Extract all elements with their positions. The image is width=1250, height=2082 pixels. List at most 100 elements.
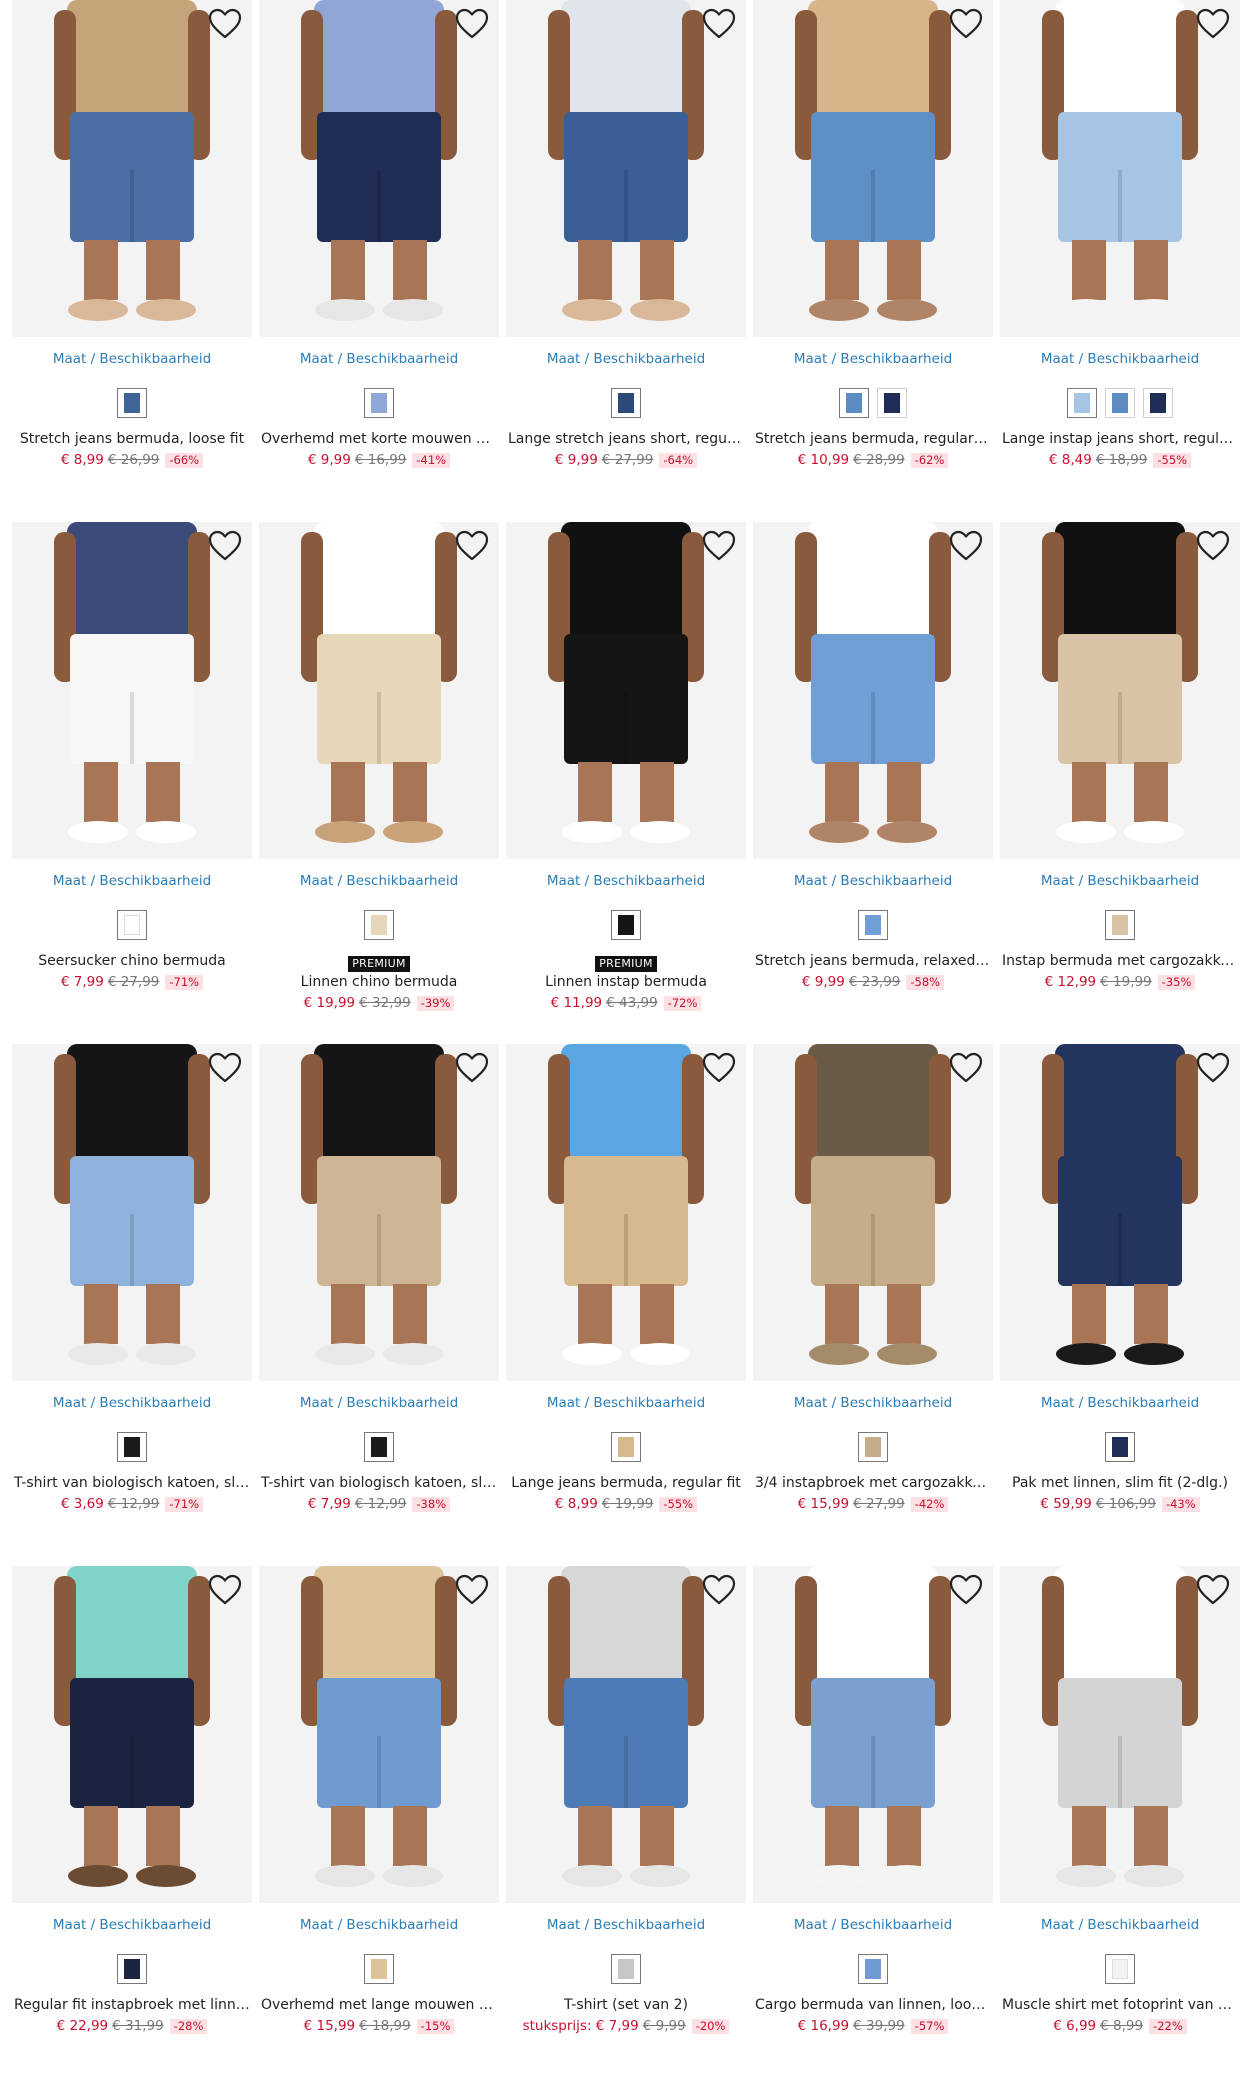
product-image[interactable] — [12, 0, 252, 337]
product-card[interactable]: Maat / Beschikbaarheid T-shirt van biolo… — [12, 1044, 252, 1513]
product-image[interactable] — [259, 1566, 499, 1903]
color-swatch[interactable] — [858, 1954, 888, 1984]
product-title[interactable]: Stretch jeans bermuda, loose fit — [12, 430, 252, 449]
product-image[interactable] — [506, 0, 746, 337]
product-card[interactable]: Maat / Beschikbaarheid Seersucker chino … — [12, 522, 252, 991]
wishlist-heart-icon[interactable] — [1196, 530, 1230, 562]
color-swatch[interactable] — [1143, 388, 1173, 418]
color-swatch[interactable] — [364, 388, 394, 418]
product-card[interactable]: Maat / Beschikbaarheid Lange instap jean… — [1000, 0, 1240, 469]
wishlist-heart-icon[interactable] — [208, 8, 242, 40]
size-availability-link[interactable]: Maat / Beschikbaarheid — [506, 1394, 746, 1412]
product-card[interactable]: Maat / Beschikbaarheid Regular fit insta… — [12, 1566, 252, 2035]
product-title[interactable]: Lange stretch jeans short, regular fit — [506, 430, 746, 449]
color-swatch[interactable] — [1105, 1432, 1135, 1462]
wishlist-heart-icon[interactable] — [949, 8, 983, 40]
product-card[interactable]: Maat / Beschikbaarheid Stretch jeans ber… — [12, 0, 252, 469]
product-image[interactable] — [506, 522, 746, 859]
product-card[interactable]: Maat / Beschikbaarheid Stretch jeans ber… — [753, 0, 993, 469]
product-card[interactable]: Maat / Beschikbaarheid Overhemd met kort… — [259, 0, 499, 469]
wishlist-heart-icon[interactable] — [702, 530, 736, 562]
product-card[interactable]: Maat / Beschikbaarheid Stretch jeans ber… — [753, 522, 993, 991]
color-swatch[interactable] — [364, 910, 394, 940]
color-swatch[interactable] — [1105, 1954, 1135, 1984]
wishlist-heart-icon[interactable] — [455, 8, 489, 40]
product-image[interactable] — [753, 0, 993, 337]
wishlist-heart-icon[interactable] — [208, 1052, 242, 1084]
product-title[interactable]: Lange instap jeans short, regular fit — [1000, 430, 1240, 449]
product-title[interactable]: Instap bermuda met cargozakken, r... — [1000, 952, 1240, 971]
product-card[interactable]: Maat / Beschikbaarheid Instap bermuda me… — [1000, 522, 1240, 991]
product-card[interactable]: Maat / Beschikbaarheid Cargo bermuda van… — [753, 1566, 993, 2035]
product-image[interactable] — [1000, 522, 1240, 859]
size-availability-link[interactable]: Maat / Beschikbaarheid — [12, 1916, 252, 1934]
wishlist-heart-icon[interactable] — [1196, 1052, 1230, 1084]
wishlist-heart-icon[interactable] — [949, 1052, 983, 1084]
wishlist-heart-icon[interactable] — [949, 1574, 983, 1606]
product-image[interactable] — [506, 1566, 746, 1903]
size-availability-link[interactable]: Maat / Beschikbaarheid — [753, 1394, 993, 1412]
product-title[interactable]: Seersucker chino bermuda — [12, 952, 252, 971]
color-swatch[interactable] — [117, 1432, 147, 1462]
product-title[interactable]: Overhemd met korte mouwen van ... — [259, 430, 499, 449]
size-availability-link[interactable]: Maat / Beschikbaarheid — [259, 350, 499, 368]
wishlist-heart-icon[interactable] — [455, 1574, 489, 1606]
color-swatch[interactable] — [364, 1432, 394, 1462]
size-availability-link[interactable]: Maat / Beschikbaarheid — [753, 1916, 993, 1934]
size-availability-link[interactable]: Maat / Beschikbaarheid — [259, 1394, 499, 1412]
product-title[interactable]: Muscle shirt met fotoprint van biol... — [1000, 1996, 1240, 2015]
product-image[interactable] — [753, 1044, 993, 1381]
size-availability-link[interactable]: Maat / Beschikbaarheid — [259, 1916, 499, 1934]
wishlist-heart-icon[interactable] — [208, 530, 242, 562]
size-availability-link[interactable]: Maat / Beschikbaarheid — [1000, 872, 1240, 890]
wishlist-heart-icon[interactable] — [1196, 1574, 1230, 1606]
size-availability-link[interactable]: Maat / Beschikbaarheid — [12, 872, 252, 890]
product-image[interactable] — [12, 522, 252, 859]
color-swatch[interactable] — [117, 388, 147, 418]
product-title[interactable]: T-shirt van biologisch katoen, slim fit — [12, 1474, 252, 1493]
product-image[interactable] — [259, 522, 499, 859]
color-swatch[interactable] — [117, 1954, 147, 1984]
size-availability-link[interactable]: Maat / Beschikbaarheid — [506, 1916, 746, 1934]
product-title[interactable]: Stretch jeans bermuda, regular fit — [753, 430, 993, 449]
color-swatch[interactable] — [1105, 388, 1135, 418]
product-title[interactable]: Stretch jeans bermuda, relaxed fit — [753, 952, 993, 971]
size-availability-link[interactable]: Maat / Beschikbaarheid — [506, 350, 746, 368]
color-swatch[interactable] — [858, 910, 888, 940]
product-title[interactable]: Lange jeans bermuda, regular fit — [506, 1474, 746, 1493]
product-image[interactable] — [12, 1044, 252, 1381]
size-availability-link[interactable]: Maat / Beschikbaarheid — [753, 350, 993, 368]
product-card[interactable]: Maat / Beschikbaarheid PREMIUM Linnen in… — [506, 522, 746, 1012]
product-image[interactable] — [1000, 0, 1240, 337]
product-image[interactable] — [753, 1566, 993, 1903]
product-card[interactable]: Maat / Beschikbaarheid T-shirt van biolo… — [259, 1044, 499, 1513]
wishlist-heart-icon[interactable] — [455, 530, 489, 562]
product-card[interactable]: Maat / Beschikbaarheid Muscle shirt met … — [1000, 1566, 1240, 2035]
color-swatch[interactable] — [364, 1954, 394, 1984]
product-title[interactable]: 3/4 instapbroek met cargozakken, ... — [753, 1474, 993, 1493]
wishlist-heart-icon[interactable] — [702, 1574, 736, 1606]
product-title[interactable]: Linnen instap bermuda — [506, 973, 746, 992]
size-availability-link[interactable]: Maat / Beschikbaarheid — [259, 872, 499, 890]
product-image[interactable] — [259, 1044, 499, 1381]
color-swatch[interactable] — [611, 910, 641, 940]
size-availability-link[interactable]: Maat / Beschikbaarheid — [1000, 1394, 1240, 1412]
product-card[interactable]: Maat / Beschikbaarheid PREMIUM Linnen ch… — [259, 522, 499, 1012]
size-availability-link[interactable]: Maat / Beschikbaarheid — [753, 872, 993, 890]
product-image[interactable] — [506, 1044, 746, 1381]
wishlist-heart-icon[interactable] — [1196, 8, 1230, 40]
size-availability-link[interactable]: Maat / Beschikbaarheid — [1000, 1916, 1240, 1934]
product-card[interactable]: Maat / Beschikbaarheid Lange stretch jea… — [506, 0, 746, 469]
wishlist-heart-icon[interactable] — [455, 1052, 489, 1084]
product-card[interactable]: Maat / Beschikbaarheid Lange jeans bermu… — [506, 1044, 746, 1513]
product-image[interactable] — [259, 0, 499, 337]
color-swatch[interactable] — [1105, 910, 1135, 940]
product-card[interactable]: Maat / Beschikbaarheid T-shirt (set van … — [506, 1566, 746, 2035]
wishlist-heart-icon[interactable] — [702, 8, 736, 40]
product-image[interactable] — [1000, 1566, 1240, 1903]
product-card[interactable]: Maat / Beschikbaarheid Overhemd met lang… — [259, 1566, 499, 2035]
color-swatch[interactable] — [611, 388, 641, 418]
wishlist-heart-icon[interactable] — [208, 1574, 242, 1606]
size-availability-link[interactable]: Maat / Beschikbaarheid — [1000, 350, 1240, 368]
color-swatch[interactable] — [1067, 388, 1097, 418]
